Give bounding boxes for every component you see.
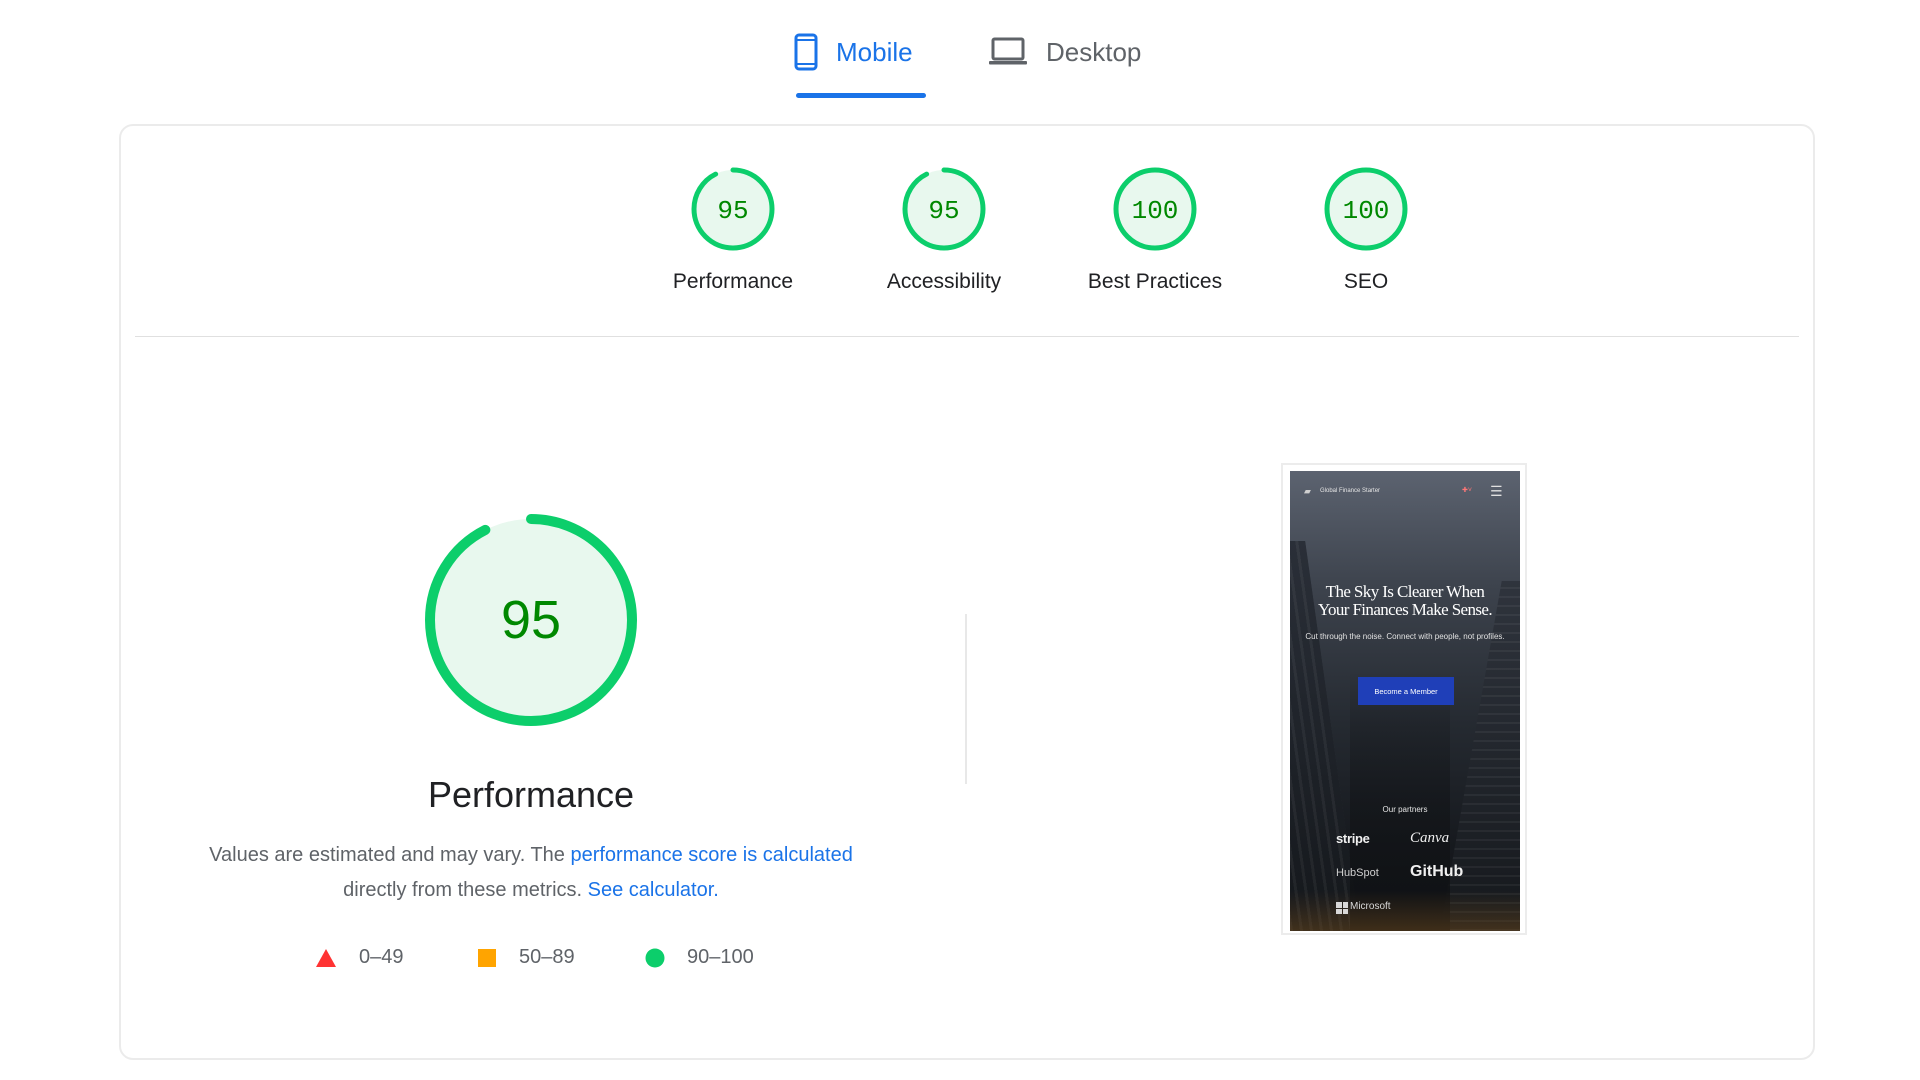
vertical-divider — [965, 614, 967, 784]
legend-range: 90–100 — [687, 946, 754, 968]
legend-range: 0–49 — [359, 946, 404, 968]
gauge-seo[interactable]: 100 SEO — [1286, 166, 1446, 294]
desc-mid: directly from these metrics. — [343, 879, 588, 901]
smartphone-icon — [794, 33, 818, 71]
laptop-icon — [989, 37, 1027, 65]
tab-mobile[interactable]: Mobile — [794, 30, 934, 100]
score-ring: 100 — [1324, 167, 1408, 251]
gauge-label: SEO — [1343, 270, 1389, 293]
screenshot-subtext: Cut through the noise. Connect with peop… — [1305, 632, 1505, 641]
tab-desktop[interactable]: Desktop — [988, 30, 1158, 100]
legend-average: 50–89 — [477, 946, 575, 969]
desc-prefix: Values are estimated and may vary. The — [209, 844, 571, 866]
performance-score-link[interactable]: performance score is calculated — [570, 844, 852, 866]
hamburger-menu-icon: ☰ — [1490, 483, 1503, 499]
triangle-icon — [316, 948, 336, 967]
circle-icon — [645, 948, 665, 967]
score-ring: 95 — [902, 167, 986, 251]
partner-logo-github: GitHub — [1410, 863, 1464, 880]
microsoft-logo-icon — [1336, 902, 1348, 914]
performance-score-gauge: 95 — [425, 514, 637, 726]
report-card: 95 Performance 95 Accessibility 100 Best… — [119, 124, 1815, 1060]
score-ring: 100 — [1113, 167, 1197, 251]
screenshot-header: ▰ Global Finance Starter ✚˅ ☰ — [1290, 471, 1520, 505]
active-tab-indicator — [796, 93, 926, 98]
building-icon: ▰ — [1304, 486, 1311, 496]
partner-logo-hubspot: HubSpot — [1336, 867, 1379, 879]
score-value: 100 — [1132, 196, 1179, 226]
final-screenshot[interactable]: ▰ Global Finance Starter ✚˅ ☰ The Sky Is… — [1281, 463, 1527, 935]
legend-range: 50–89 — [519, 946, 575, 968]
tab-mobile-label: Mobile — [836, 36, 913, 67]
gauge-accessibility[interactable]: 95 Accessibility — [864, 166, 1024, 294]
screenshot-image: ▰ Global Finance Starter ✚˅ ☰ The Sky Is… — [1290, 471, 1520, 931]
tab-desktop-label: Desktop — [1046, 36, 1142, 67]
language-flag-icon: ✚˅ — [1462, 487, 1472, 494]
category-gauges: 95 Performance 95 Accessibility 100 Best… — [121, 126, 1813, 336]
performance-score-value: 95 — [501, 590, 561, 650]
performance-description: Values are estimated and may vary. The p… — [201, 838, 861, 908]
partner-logo-canva: Canva — [1410, 830, 1450, 846]
performance-title: Performance — [427, 774, 635, 815]
legend-pass: 90–100 — [645, 946, 754, 969]
gauge-best-practices[interactable]: 100 Best Practices — [1075, 166, 1235, 294]
score-ring: 95 — [691, 167, 775, 251]
partner-logo-microsoft: Microsoft — [1350, 901, 1391, 912]
gauge-label: Performance — [672, 270, 794, 293]
gauge-label: Accessibility — [886, 270, 1002, 293]
score-value: 95 — [717, 196, 748, 226]
legend-fail: 0–49 — [315, 946, 404, 969]
screenshot-site-name: Global Finance Starter — [1320, 488, 1381, 494]
square-icon — [478, 948, 496, 967]
gauge-label: Best Practices — [1087, 270, 1223, 293]
screenshot-cta-button: Become a Member — [1358, 677, 1454, 705]
score-value: 100 — [1343, 196, 1390, 226]
section-divider — [135, 336, 1799, 337]
screenshot-partners-label: Our partners — [1382, 805, 1428, 814]
score-legend: 0–49 50–89 90–100 — [121, 946, 941, 976]
screenshot-headline: The Sky Is Clearer When Your Finances Ma… — [1317, 582, 1493, 619]
score-value: 95 — [928, 196, 959, 226]
see-calculator-link[interactable]: See calculator. — [588, 879, 719, 901]
gauge-performance[interactable]: 95 Performance — [653, 166, 813, 294]
partner-logo-stripe: stripe — [1336, 831, 1370, 846]
device-tabs: Mobile Desktop — [0, 0, 1920, 100]
